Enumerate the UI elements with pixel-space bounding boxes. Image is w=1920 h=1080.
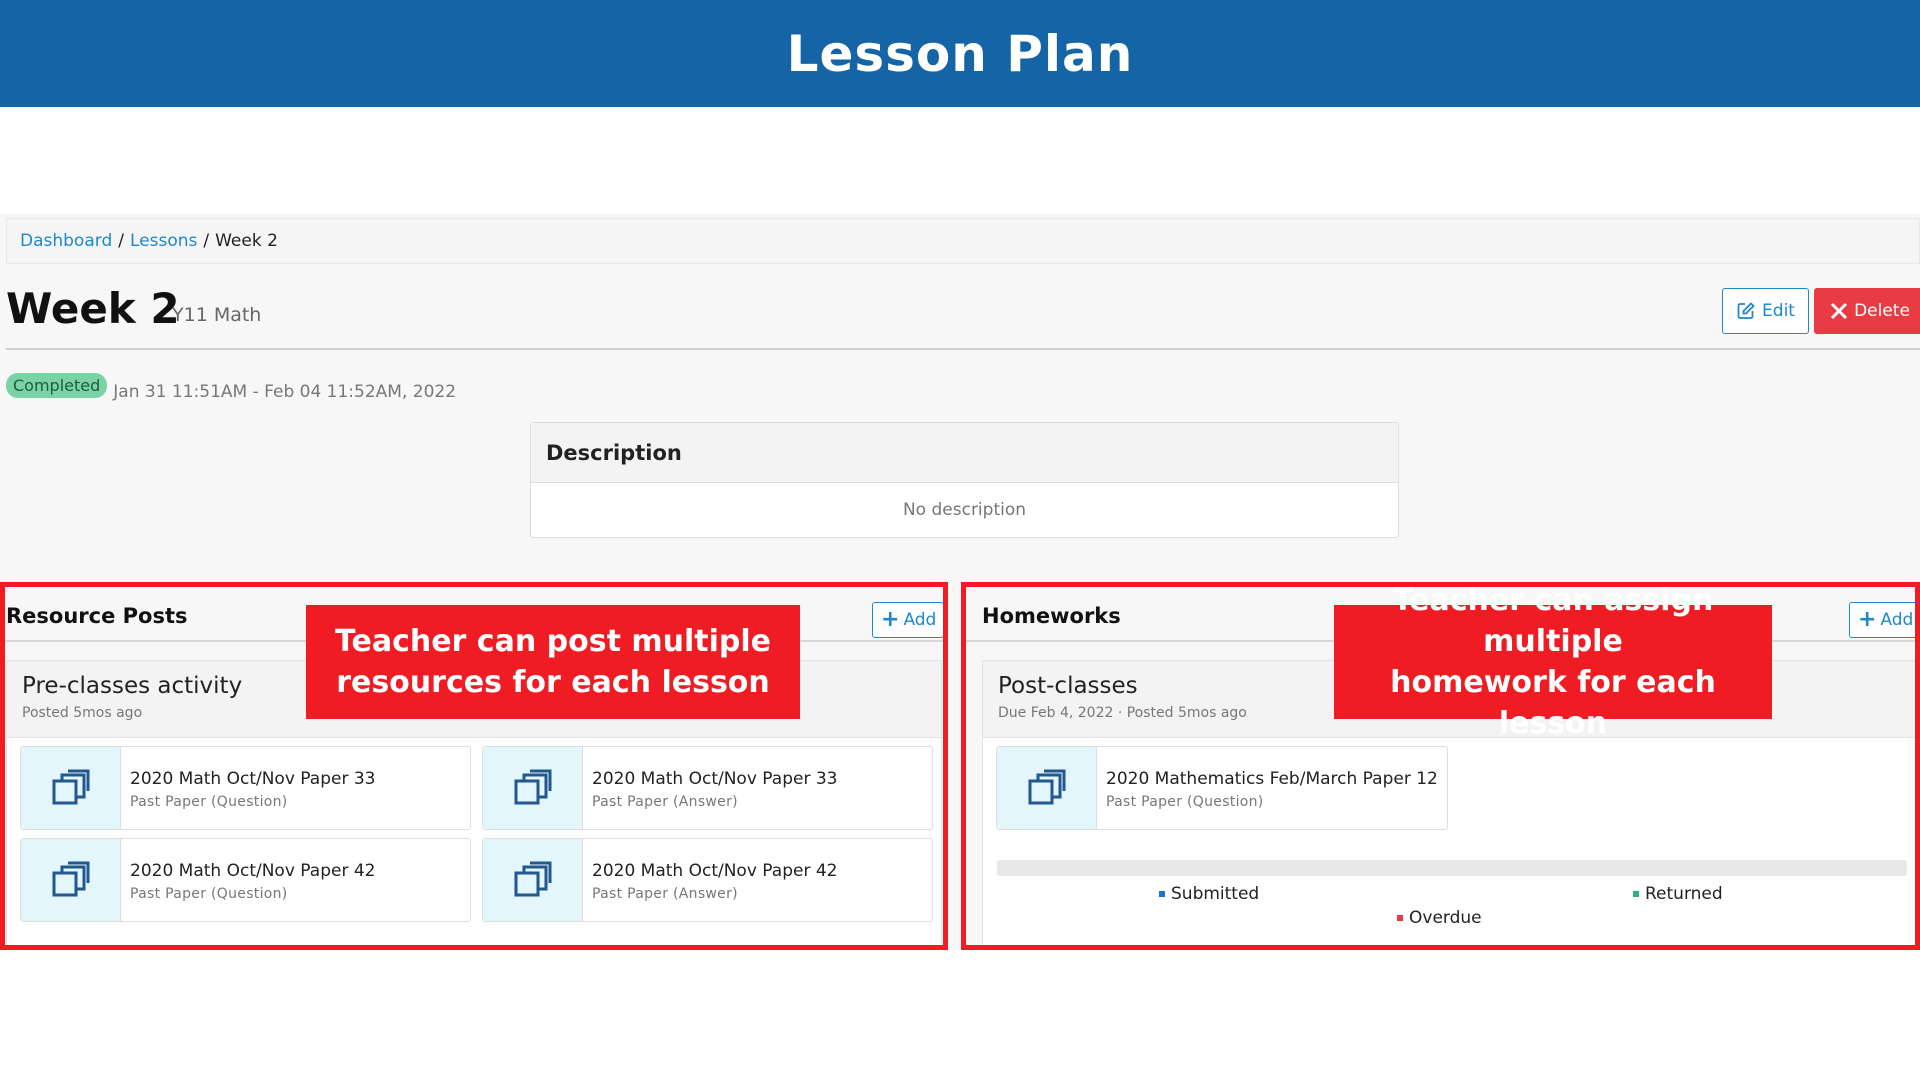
legend-returned-label: Returned — [1645, 884, 1723, 904]
homework-section-title[interactable]: Post-classes — [998, 673, 1138, 699]
resources-callout-line-2: resources for each lesson — [336, 665, 770, 700]
resource-name: 2020 Math Oct/Nov Paper 33 — [592, 769, 838, 789]
breadcrumb: Dashboard / Lessons / Week 2 — [6, 218, 1920, 264]
copy-icon — [21, 839, 121, 921]
resource-posts-title: Resource Posts — [6, 604, 188, 628]
submitted-swatch — [1159, 891, 1165, 897]
banner: Lesson Plan — [0, 0, 1920, 107]
resource-name: 2020 Math Oct/Nov Paper 42 — [130, 861, 376, 881]
resource-list: 2020 Math Oct/Nov Paper 33 Past Paper (Q… — [7, 737, 941, 945]
legend-overdue-label: Overdue — [1409, 908, 1482, 928]
add-resource-button[interactable]: + Add — [872, 602, 944, 638]
resource-name: 2020 Math Oct/Nov Paper 42 — [592, 861, 838, 881]
homeworks-title: Homeworks — [982, 604, 1121, 628]
copy-icon — [483, 747, 583, 829]
edit-icon — [1737, 302, 1755, 319]
legend-submitted: Submitted — [1159, 884, 1259, 904]
copy-icon — [21, 747, 121, 829]
resource-name: 2020 Math Oct/Nov Paper 33 — [130, 769, 376, 789]
add-homework-button[interactable]: + Add — [1849, 602, 1920, 638]
resource-type: Past Paper (Answer) — [592, 886, 738, 902]
add-homework-label: Add — [1880, 610, 1914, 630]
breadcrumb-dashboard[interactable]: Dashboard — [20, 231, 112, 251]
homework-card[interactable]: 2020 Mathematics Feb/March Paper 12 Past… — [996, 746, 1448, 830]
homework-section-meta: Due Feb 4, 2022 · Posted 5mos ago — [998, 705, 1247, 721]
description-card: Description No description — [530, 422, 1399, 538]
resource-type: Past Paper (Answer) — [592, 794, 738, 810]
delete-button[interactable]: Delete — [1814, 288, 1920, 334]
resource-type: Past Paper (Question) — [130, 886, 288, 902]
plus-icon: + — [1858, 607, 1877, 632]
edit-button-label: Edit — [1762, 301, 1795, 321]
page-title: Week 2 — [6, 284, 180, 333]
homeworks-callout-line-2: homework for each lesson — [1390, 665, 1716, 741]
homeworks-callout: Teacher can assign multiple homework for… — [1334, 583, 1772, 741]
edit-button[interactable]: Edit — [1722, 288, 1809, 334]
resources-callout-line-1: Teacher can post multiple — [335, 624, 771, 659]
description-title: Description — [531, 423, 1398, 483]
resource-section-title[interactable]: Pre-classes activity — [22, 673, 242, 699]
legend-returned: Returned — [1633, 884, 1723, 904]
breadcrumb-separator: / — [203, 231, 210, 251]
copy-icon — [997, 747, 1097, 829]
legend-submitted-label: Submitted — [1171, 884, 1260, 904]
add-resource-label: Add — [903, 610, 937, 630]
homework-type: Past Paper (Question) — [1106, 794, 1264, 810]
resource-card[interactable]: 2020 Math Oct/Nov Paper 42 Past Paper (A… — [482, 838, 933, 922]
copy-icon — [483, 839, 583, 921]
page-subtitle: Y11 Math — [172, 304, 262, 326]
overdue-swatch — [1397, 915, 1403, 921]
description-body: No description — [902, 500, 1027, 520]
breadcrumb-separator: / — [118, 231, 124, 251]
resource-type: Past Paper (Question) — [130, 794, 288, 810]
banner-title: Lesson Plan — [786, 24, 1134, 83]
homeworks-callout-line-1: Teacher can assign multiple — [1392, 583, 1714, 659]
plus-icon: + — [881, 607, 900, 632]
close-icon — [1831, 302, 1848, 320]
status-row: Completed Jan 31 11:51AM - Feb 04 11:52A… — [6, 368, 456, 402]
title-row: Week 2 Y11 Math Edit Delete — [6, 284, 1920, 348]
legend-overdue: Overdue — [1397, 908, 1482, 928]
resource-card[interactable]: 2020 Math Oct/Nov Paper 42 Past Paper (Q… — [20, 838, 471, 922]
lesson-dates: Jan 31 11:51AM - Feb 04 11:52AM, 2022 — [113, 382, 457, 402]
submission-progress-bar — [997, 860, 1907, 876]
delete-button-label: Delete — [1854, 301, 1910, 321]
resources-callout: Teacher can post multiple resources for … — [306, 605, 800, 719]
resource-card[interactable]: 2020 Math Oct/Nov Paper 33 Past Paper (Q… — [20, 746, 471, 830]
returned-swatch — [1633, 891, 1639, 897]
resource-section-meta: Posted 5mos ago — [22, 705, 143, 721]
breadcrumb-current: Week 2 — [215, 231, 278, 251]
breadcrumb-lessons[interactable]: Lessons — [130, 231, 197, 251]
resource-card[interactable]: 2020 Math Oct/Nov Paper 33 Past Paper (A… — [482, 746, 933, 830]
status-badge: Completed — [6, 372, 108, 398]
homework-name: 2020 Mathematics Feb/March Paper 12 — [1106, 769, 1438, 789]
title-divider — [6, 348, 1920, 350]
homework-list: 2020 Mathematics Feb/March Paper 12 Past… — [983, 737, 1919, 945]
